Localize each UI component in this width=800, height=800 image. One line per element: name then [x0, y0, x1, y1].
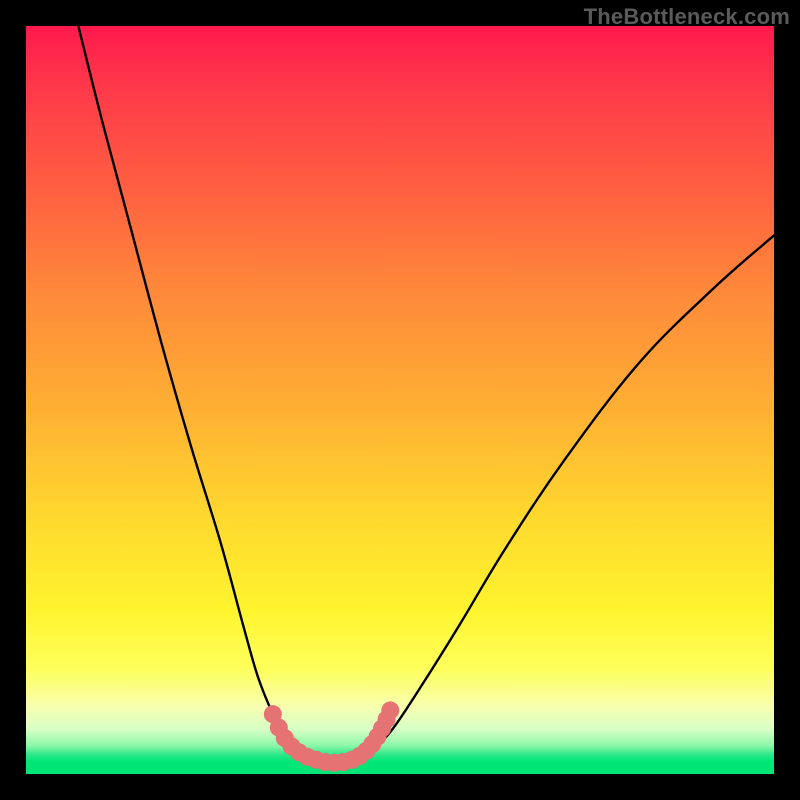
marker-dot: [381, 701, 399, 719]
bottleneck-curve: [78, 26, 774, 764]
plot-area: [26, 26, 774, 774]
curve-path: [78, 26, 774, 764]
chart-frame: TheBottleneck.com: [0, 0, 800, 800]
highlight-markers: [264, 701, 399, 771]
curve-layer: [26, 26, 774, 774]
